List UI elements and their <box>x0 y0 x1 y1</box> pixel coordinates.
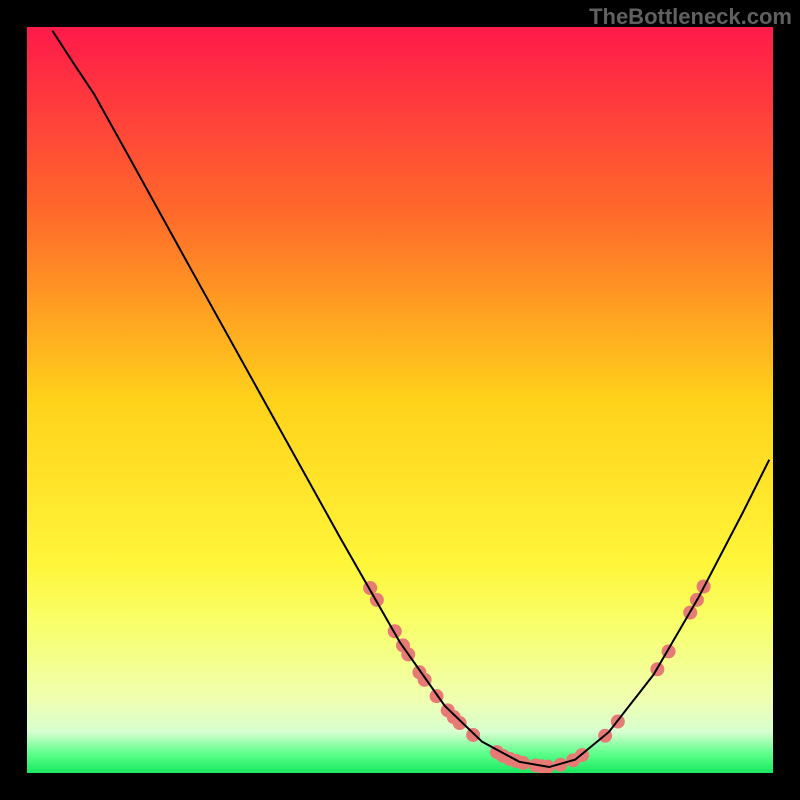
data-point <box>453 716 467 730</box>
bottleneck-chart <box>0 0 800 800</box>
chart-container: TheBottleneck.com <box>0 0 800 800</box>
watermark-text: TheBottleneck.com <box>589 4 792 30</box>
data-point <box>466 728 480 742</box>
